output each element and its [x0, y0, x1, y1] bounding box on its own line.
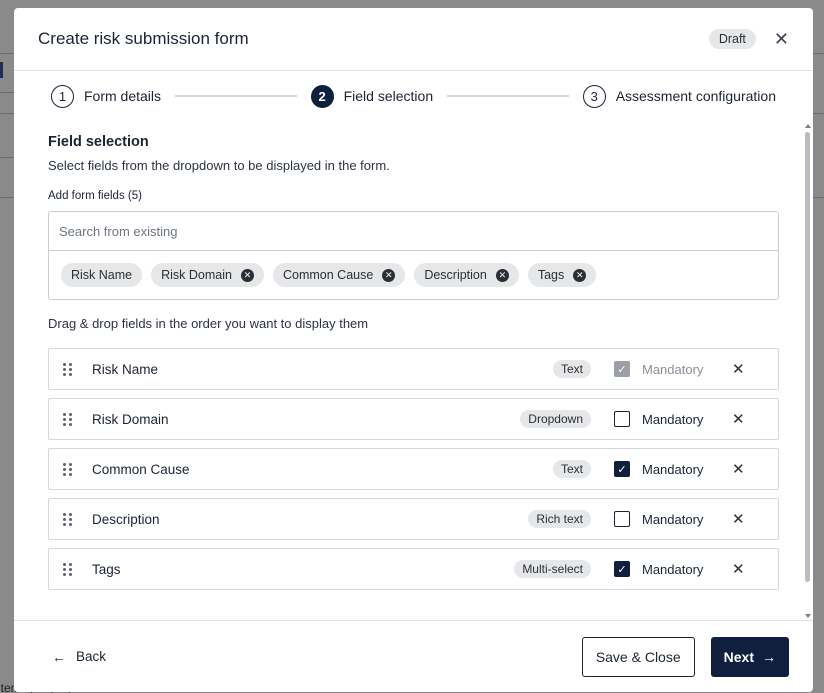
step-label: Assessment configuration — [615, 88, 776, 104]
chip-label: Risk Name — [71, 268, 133, 282]
drag-handle-icon[interactable] — [63, 562, 75, 576]
drag-handle-icon[interactable] — [63, 362, 75, 376]
search-container — [49, 212, 778, 251]
chip-description: Description ✕ — [414, 263, 519, 287]
step-label: Form details — [84, 88, 162, 104]
back-label: Back — [76, 649, 107, 664]
remove-field-icon[interactable]: ✕ — [732, 460, 778, 478]
remove-chip-icon[interactable]: ✕ — [573, 268, 587, 282]
mandatory-label: Mandatory — [642, 361, 704, 377]
arrow-right-icon: → — [762, 648, 776, 665]
drag-handle-icon[interactable] — [63, 512, 75, 526]
drag-handle-icon[interactable] — [63, 412, 75, 426]
create-form-modal: Create risk submission form Draft ✕ 1 Fo… — [14, 8, 813, 692]
remove-field-icon[interactable]: ✕ — [732, 560, 778, 578]
chip-label: Common Cause — [282, 268, 374, 282]
chip-label: Risk Domain — [161, 268, 232, 282]
add-form-fields-label: Add form fields (5) — [48, 190, 142, 202]
step-assessment-configuration[interactable]: 3 Assessment configuration — [582, 84, 776, 108]
remove-field-icon[interactable]: ✕ — [732, 410, 778, 428]
background-divider — [0, 53, 14, 54]
step-number: 3 — [582, 84, 606, 108]
chip-tags: Tags ✕ — [527, 263, 597, 287]
step-number: 2 — [310, 84, 334, 108]
step-label: Field selection — [343, 88, 434, 104]
step-form-details[interactable]: 1 Form details — [51, 84, 162, 108]
background-divider — [0, 157, 14, 158]
field-type-badge: Rich text — [528, 510, 591, 528]
back-button[interactable]: ← Back — [38, 649, 582, 665]
scroll-up-icon[interactable] — [805, 124, 811, 128]
field-row-risk-domain: Risk Domain Dropdown Mandatory ✕ — [48, 398, 779, 440]
field-type-badge: Text — [552, 360, 591, 378]
mandatory-checkbox[interactable] — [614, 511, 630, 527]
field-list: Risk Name Text ✓ Mandatory ✕ Risk Domain… — [48, 348, 779, 590]
section-description: Select fields from the dropdown to be di… — [48, 158, 390, 173]
step-connector — [175, 95, 297, 97]
close-icon[interactable]: ✕ — [774, 30, 789, 48]
chip-common-cause: Common Cause ✕ — [272, 263, 406, 287]
background-divider — [0, 92, 14, 93]
mandatory-checkbox: ✓ — [614, 361, 630, 377]
field-type-badge: Dropdown — [520, 410, 591, 428]
background-divider — [0, 197, 14, 198]
field-name: Risk Name — [92, 361, 159, 377]
mandatory-label: Mandatory — [642, 561, 704, 577]
remove-chip-icon[interactable]: ✕ — [240, 268, 254, 282]
content-scrollbar[interactable] — [805, 124, 811, 618]
mandatory-checkbox[interactable]: ✓ — [614, 561, 630, 577]
mandatory-label: Mandatory — [642, 511, 704, 527]
chip-risk-name: Risk Name — [61, 263, 143, 287]
section-title: Field selection — [48, 134, 149, 150]
mandatory-label: Mandatory — [642, 461, 704, 477]
chip-label: Description — [424, 268, 487, 282]
modal-header: Create risk submission form Draft ✕ — [14, 8, 813, 71]
background-accent — [0, 62, 3, 78]
save-close-button[interactable]: Save & Close — [581, 636, 695, 677]
field-selection-section: Field selection Select fields from the d… — [48, 130, 779, 598]
status-badge: Draft — [708, 29, 756, 49]
selected-chips: Risk Name Risk Domain ✕ Common Cause ✕ D… — [49, 251, 778, 299]
remove-chip-icon[interactable]: ✕ — [382, 268, 396, 282]
search-input[interactable] — [59, 223, 768, 239]
chip-risk-domain: Risk Domain ✕ — [151, 263, 264, 287]
field-row-description: Description Rich text Mandatory ✕ — [48, 498, 779, 540]
next-label: Next — [723, 648, 754, 665]
stepper: 1 Form details 2 Field selection 3 Asses… — [51, 84, 776, 108]
field-row-risk-name: Risk Name Text ✓ Mandatory ✕ — [48, 348, 779, 390]
drag-hint: Drag & drop fields in the order you want… — [48, 316, 369, 331]
mandatory-checkbox[interactable]: ✓ — [614, 461, 630, 477]
next-button[interactable]: Next → — [710, 636, 789, 677]
field-picker: Risk Name Risk Domain ✕ Common Cause ✕ D… — [48, 211, 779, 300]
background-divider — [0, 113, 14, 114]
background-divider — [812, 113, 824, 114]
chip-label: Tags — [537, 268, 565, 282]
step-field-selection[interactable]: 2 Field selection — [310, 84, 434, 108]
field-row-tags: Tags Multi-select ✓ Mandatory ✕ — [48, 548, 779, 590]
modal-title: Create risk submission form — [38, 29, 249, 48]
background-divider — [812, 53, 824, 54]
field-row-common-cause: Common Cause Text ✓ Mandatory ✕ — [48, 448, 779, 490]
step-connector — [447, 95, 569, 97]
mandatory-label: Mandatory — [642, 411, 704, 427]
background-divider — [812, 197, 824, 198]
arrow-left-icon: ← — [52, 648, 66, 665]
scroll-down-icon[interactable] — [805, 614, 811, 618]
field-name: Risk Domain — [92, 411, 169, 427]
remove-field-icon[interactable]: ✕ — [732, 510, 778, 528]
modal-footer: ← Back Save & Close Next → — [14, 620, 813, 692]
mandatory-checkbox[interactable] — [614, 411, 630, 427]
field-name: Common Cause — [92, 461, 190, 477]
field-type-badge: Text — [552, 460, 591, 478]
remove-field-icon[interactable]: ✕ — [732, 360, 778, 378]
field-name: Tags — [92, 561, 121, 577]
scroll-thumb[interactable] — [805, 132, 810, 582]
field-name: Description — [92, 511, 160, 527]
step-number: 1 — [51, 84, 74, 108]
drag-handle-icon[interactable] — [63, 462, 75, 476]
remove-chip-icon[interactable]: ✕ — [495, 268, 509, 282]
field-type-badge: Multi-select — [514, 560, 591, 578]
